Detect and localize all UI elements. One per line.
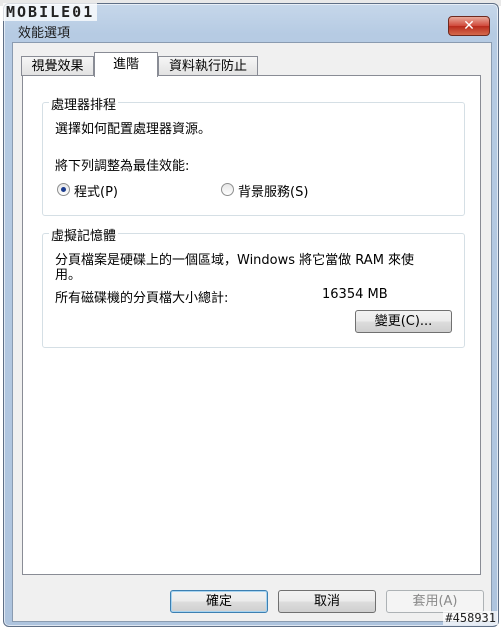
- advanced-tab-panel: 處理器排程 選擇如何配置處理器資源。 將下列調整為最佳效能: 程式(P) 背景服…: [22, 75, 481, 575]
- processor-scheduling-group: 處理器排程 選擇如何配置處理器資源。 將下列調整為最佳效能: 程式(P) 背景服…: [42, 94, 465, 216]
- tab-data-execution-prevention[interactable]: 資料執行防止: [158, 56, 258, 76]
- radio-selected-dot: [61, 187, 66, 192]
- virtual-memory-group: 虛擬記憶體 分頁檔案是硬碟上的一個區域，Windows 將它當做 RAM 來使 …: [42, 225, 465, 348]
- background-services-radio[interactable]: [221, 183, 234, 196]
- image-id-watermark: #458931: [443, 611, 498, 625]
- paging-file-total-value: 16354 MB: [322, 287, 388, 302]
- ok-button[interactable]: 確定: [170, 590, 268, 613]
- virtual-memory-description-line1: 分頁檔案是硬碟上的一個區域，Windows 將它當做 RAM 來使: [55, 253, 415, 268]
- cancel-button[interactable]: 取消: [278, 590, 376, 613]
- virtual-memory-title: 虛擬記憶體: [49, 225, 119, 244]
- performance-options-dialog: 效能選項 ✕ 視覺效果 進階 資料執行防止 處理器排程 選擇如何配置處理器資源。…: [3, 3, 499, 627]
- tab-visual-effects[interactable]: 視覺效果: [21, 56, 94, 76]
- close-button[interactable]: ✕: [448, 16, 490, 36]
- change-button[interactable]: 變更(C)...: [355, 310, 452, 333]
- virtual-memory-description-line2: 用。: [55, 268, 82, 283]
- dialog-title: 效能選項: [18, 26, 71, 41]
- adjust-for-best-performance-label: 將下列調整為最佳效能:: [55, 159, 190, 174]
- tab-advanced[interactable]: 進階: [94, 52, 158, 77]
- background-services-radio-label[interactable]: 背景服務(S): [238, 181, 308, 200]
- paging-file-total-label: 所有磁碟機的分頁檔大小總計:: [55, 291, 229, 306]
- apply-button: 套用(A): [386, 590, 484, 613]
- processor-description: 選擇如何配置處理器資源。: [55, 122, 212, 137]
- programs-radio-label[interactable]: 程式(P): [74, 181, 118, 200]
- site-logo-watermark: MOBILE01: [3, 3, 98, 21]
- dialog-client-area: 視覺效果 進階 資料執行防止 處理器排程 選擇如何配置處理器資源。 將下列調整為…: [12, 42, 492, 622]
- programs-radio[interactable]: [57, 183, 70, 196]
- processor-scheduling-title: 處理器排程: [49, 94, 119, 113]
